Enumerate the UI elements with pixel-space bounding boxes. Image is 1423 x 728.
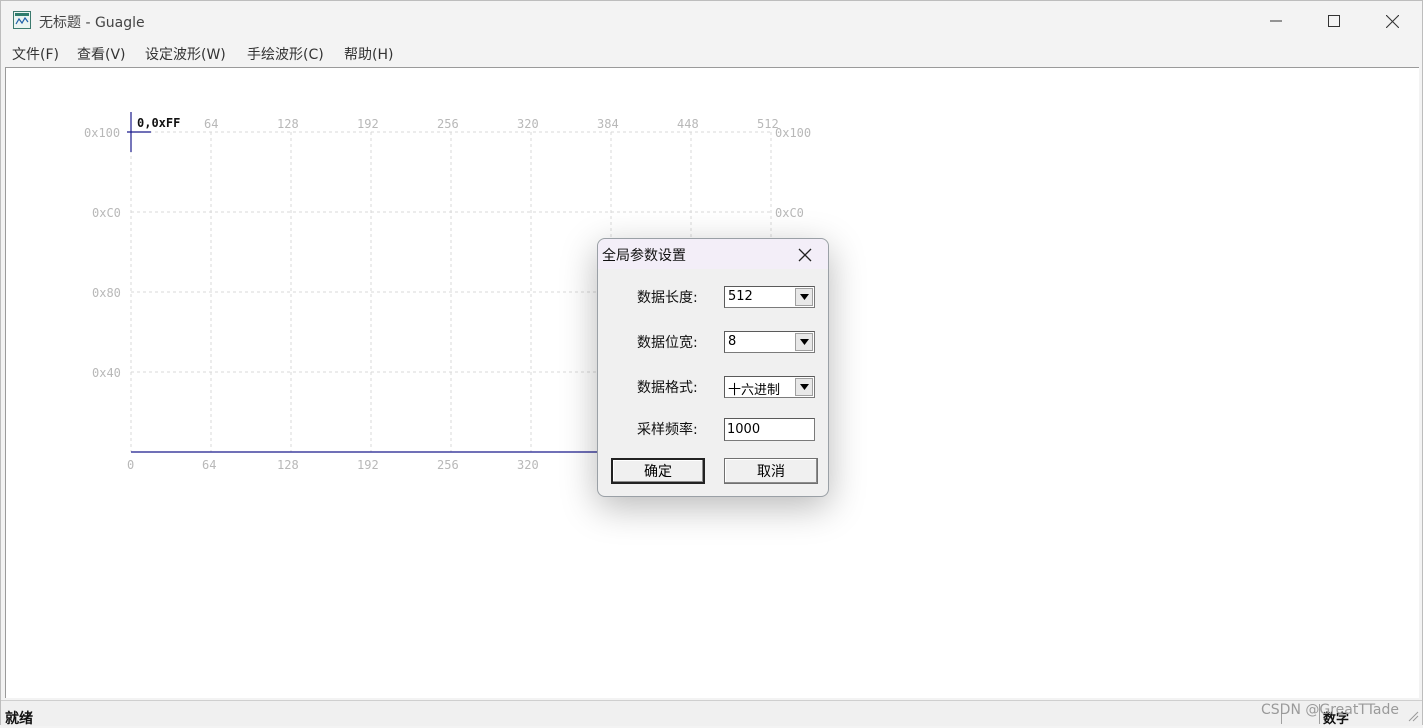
maximize-icon (1328, 15, 1340, 27)
data-width-select[interactable]: 8 (724, 331, 815, 353)
menu-view[interactable]: 查看(V) (77, 44, 126, 64)
title-bar[interactable]: 无标题 - Guagle (1, 1, 1422, 41)
app-icon (13, 11, 31, 29)
data-length-select[interactable]: 512 (724, 286, 815, 308)
data-width-value: 8 (728, 334, 737, 349)
y-tick-left: 0x80 (92, 286, 121, 300)
x-tick-top: 448 (677, 117, 699, 131)
menu-help[interactable]: 帮助(H) (344, 44, 393, 64)
x-tick-top: 128 (277, 117, 299, 131)
sample-rate-input[interactable] (724, 418, 815, 441)
data-format-label: 数据格式: (637, 380, 698, 396)
cursor-crosshair[interactable]: 0,0xFF (127, 112, 180, 152)
watermark-text: CSDN @GreatTTade (1261, 702, 1399, 718)
status-bar: 就绪 数字 (1, 700, 1422, 727)
menu-draw-waveform[interactable]: 手绘波形(C) (247, 44, 324, 64)
cancel-button[interactable]: 取消 (724, 458, 818, 484)
dialog-title-bar[interactable]: 全局参数设置 (598, 239, 828, 269)
close-button[interactable] (1363, 1, 1421, 41)
x-tick-bottom: 256 (437, 458, 459, 472)
data-format-select[interactable]: 十六进制 (724, 376, 815, 398)
dialog-title: 全局参数设置 (602, 248, 686, 264)
menu-file[interactable]: 文件(F) (12, 44, 59, 64)
cursor-readout: 0,0xFF (137, 116, 180, 130)
maximize-button[interactable] (1305, 1, 1363, 41)
menu-set-waveform[interactable]: 设定波形(W) (145, 44, 226, 64)
y-tick-left: 0xC0 (92, 206, 121, 220)
y-tick-left: 0x40 (92, 366, 121, 380)
y-tick-right: 0x100 (775, 126, 811, 140)
y-tick-right: 0xC0 (775, 206, 804, 220)
dropdown-arrow-icon[interactable] (795, 288, 813, 306)
x-tick-top: 384 (597, 117, 619, 131)
data-format-value: 十六进制 (728, 383, 781, 398)
sample-rate-label: 采样频率: (637, 422, 698, 438)
dropdown-arrow-icon[interactable] (795, 333, 813, 351)
x-tick-bottom: 0 (127, 458, 134, 472)
x-tick-top: 192 (357, 117, 379, 131)
x-tick-top: 64 (204, 117, 218, 131)
ok-button[interactable]: 确定 (611, 458, 705, 484)
dialog-close-icon[interactable] (796, 246, 814, 264)
minimize-icon (1270, 20, 1282, 22)
close-icon (1385, 14, 1399, 28)
x-tick-top: 256 (437, 117, 459, 131)
x-tick-top: 320 (517, 117, 539, 131)
data-length-value: 512 (728, 289, 753, 304)
x-tick-bottom: 320 (517, 458, 539, 472)
x-tick-bottom: 64 (202, 458, 216, 472)
dropdown-arrow-icon[interactable] (795, 378, 813, 396)
x-tick-bottom: 128 (277, 458, 299, 472)
y-tick-left: 0x100 (84, 126, 120, 140)
global-settings-dialog: 全局参数设置 数据长度: 512 数据位宽: 8 数据格式: 十六进制 采样频率… (597, 238, 829, 497)
minimize-button[interactable] (1247, 1, 1305, 41)
x-tick-bottom: 192 (357, 458, 379, 472)
window-title: 无标题 - Guagle (39, 15, 145, 31)
menu-bar: 文件(F) 查看(V) 设定波形(W) 手绘波形(C) 帮助(H) (1, 41, 1422, 65)
resize-grip-icon[interactable] (1407, 710, 1419, 722)
data-length-label: 数据长度: (637, 290, 698, 306)
status-ready: 就绪 (5, 711, 33, 727)
app-window: 无标题 - Guagle 文件(F) 查看(V) 设定波形(W) 手绘波形(C)… (0, 0, 1423, 727)
data-width-label: 数据位宽: (637, 335, 698, 351)
